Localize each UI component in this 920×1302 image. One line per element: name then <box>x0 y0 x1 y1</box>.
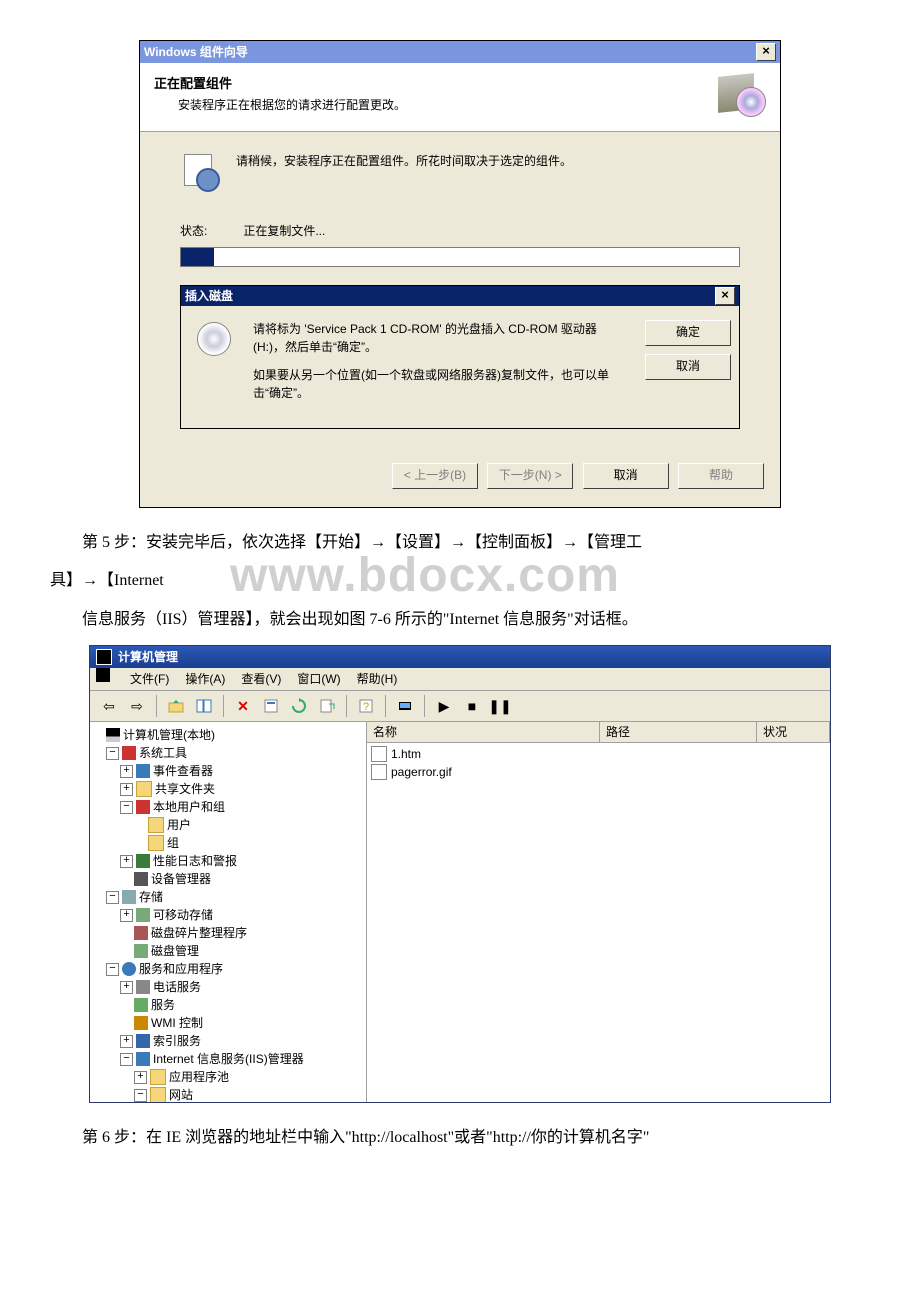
menu-file[interactable]: 文件(F) <box>130 668 169 690</box>
file-icon <box>371 764 387 780</box>
tree-users[interactable]: 用户 <box>92 816 364 834</box>
tree-eventviewer[interactable]: +事件查看器 <box>92 762 364 780</box>
tree-systools[interactable]: −系统工具 <box>92 744 364 762</box>
computer-icon <box>96 649 112 665</box>
list-header: 名称 路径 状况 <box>367 722 830 743</box>
properties-icon[interactable] <box>258 693 284 719</box>
connect-icon[interactable] <box>392 693 418 719</box>
cm-menu-bar: 文件(F) 操作(A) 查看(V) 窗口(W) 帮助(H) <box>90 668 830 691</box>
step6-text: 第 6 步：在 IE 浏览器的地址栏中输入"http://localhost"或… <box>50 1123 870 1153</box>
tree-telephony[interactable]: +电话服务 <box>92 978 364 996</box>
step5-line1: 第 5 步：安装完毕后，依次选择【开始】→【设置】→【控制面板】→【管理工 <box>50 528 870 558</box>
next-button: 下一步(N) > <box>487 463 573 489</box>
list-item[interactable]: pagerror.gif <box>371 763 826 781</box>
cm-list-view: 名称 路径 状况 1.htm pagerror.gif <box>367 722 830 1102</box>
col-status[interactable]: 状况 <box>757 722 830 742</box>
wizard-title-text: Windows 组件向导 <box>144 41 248 63</box>
status-label: 状态: <box>180 222 240 239</box>
show-hide-tree-icon[interactable] <box>191 693 217 719</box>
col-path[interactable]: 路径 <box>600 722 757 742</box>
tree-iis[interactable]: −Internet 信息服务(IIS)管理器 <box>92 1050 364 1068</box>
help-icon[interactable]: ? <box>353 693 379 719</box>
menu-help[interactable]: 帮助(H) <box>357 668 398 690</box>
tree-devmgr[interactable]: 设备管理器 <box>92 870 364 888</box>
cancel-button[interactable]: 取消 <box>645 354 731 380</box>
menu-action[interactable]: 操作(A) <box>185 668 225 690</box>
tree-localusers[interactable]: −本地用户和组 <box>92 798 364 816</box>
wizard-header: 正在配置组件 安装程序正在根据您的请求进行配置更改。 <box>140 63 780 132</box>
svg-text:?: ? <box>363 701 369 713</box>
wizard-subheading: 安装程序正在根据您的请求进行配置更改。 <box>178 96 714 113</box>
computer-management-window: 计算机管理 文件(F) 操作(A) 查看(V) 窗口(W) 帮助(H) ⇦ ⇨ … <box>89 645 831 1103</box>
list-item[interactable]: 1.htm <box>371 745 826 763</box>
tree-perf[interactable]: +性能日志和警报 <box>92 852 364 870</box>
insert-disk-title-bar: 插入磁盘 × <box>181 286 739 306</box>
play-icon[interactable]: ▶ <box>431 693 457 719</box>
wizard-title-bar: Windows 组件向导 × <box>140 41 780 63</box>
tree-removable[interactable]: +可移动存储 <box>92 906 364 924</box>
tree-wmi[interactable]: WMI 控制 <box>92 1014 364 1032</box>
close-icon[interactable]: × <box>756 43 776 61</box>
status-value: 正在复制文件... <box>243 224 325 238</box>
close-icon[interactable]: × <box>715 287 735 305</box>
help-button: 帮助 <box>678 463 764 489</box>
refresh-icon[interactable] <box>286 693 312 719</box>
progress-bar <box>180 247 740 267</box>
stop-icon[interactable]: ■ <box>459 693 485 719</box>
tree-websites[interactable]: −网站 <box>92 1086 364 1102</box>
tree-apppools[interactable]: +应用程序池 <box>92 1068 364 1086</box>
tree-shared[interactable]: +共享文件夹 <box>92 780 364 798</box>
col-name[interactable]: 名称 <box>367 722 600 742</box>
install-package-icon <box>714 73 766 117</box>
cm-tree[interactable]: 计算机管理(本地) −系统工具 +事件查看器 +共享文件夹 −本地用户和组 用户… <box>90 722 367 1102</box>
cm-toolbar: ⇦ ⇨ ✕ ? ▶ ■ ❚❚ <box>90 691 830 722</box>
insert-disk-msg2: 如果要从另一个位置(如一个软盘或网络服务器)复制文件，也可以单击“确定”。 <box>253 366 625 402</box>
tree-services[interactable]: 服务 <box>92 996 364 1014</box>
windows-components-wizard-dialog: Windows 组件向导 × 正在配置组件 安装程序正在根据您的请求进行配置更改… <box>139 40 781 508</box>
tree-storage[interactable]: −存储 <box>92 888 364 906</box>
configuring-icon <box>180 152 220 192</box>
step5-line2: 具】→【Internet <box>50 566 870 596</box>
tree-diskmgmt[interactable]: 磁盘管理 <box>92 942 364 960</box>
cm-title-bar: 计算机管理 <box>90 646 830 668</box>
tree-indexing[interactable]: +索引服务 <box>92 1032 364 1050</box>
tree-defrag[interactable]: 磁盘碎片整理程序 <box>92 924 364 942</box>
delete-icon[interactable]: ✕ <box>230 693 256 719</box>
ok-button[interactable]: 确定 <box>645 320 731 346</box>
pause-icon[interactable]: ❚❚ <box>487 693 513 719</box>
wizard-heading: 正在配置组件 <box>154 73 714 92</box>
up-icon[interactable] <box>163 693 189 719</box>
menu-view[interactable]: 查看(V) <box>241 668 281 690</box>
back-button: < 上一步(B) <box>392 463 478 489</box>
wizard-wait-message: 请稍候，安装程序正在配置组件。所花时间取决于选定的组件。 <box>236 152 572 169</box>
step5-line3: 信息服务（IIS）管理器】，就会出现如图 7-6 所示的"Internet 信息… <box>50 605 870 635</box>
insert-disk-title: 插入磁盘 <box>185 286 233 306</box>
menu-window[interactable]: 窗口(W) <box>297 668 340 690</box>
forward-icon[interactable]: ⇨ <box>124 693 150 719</box>
insert-disk-msg1: 请将标为 'Service Pack 1 CD-ROM' 的光盘插入 CD-RO… <box>253 320 625 356</box>
back-icon[interactable]: ⇦ <box>96 693 122 719</box>
insert-disk-dialog: 插入磁盘 × 请将标为 'Service Pack 1 CD-ROM' 的光盘插… <box>180 285 740 429</box>
tree-services-apps[interactable]: −服务和应用程序 <box>92 960 364 978</box>
cdrom-icon <box>195 320 239 364</box>
tree-root[interactable]: 计算机管理(本地) <box>92 726 364 744</box>
tree-groups[interactable]: 组 <box>92 834 364 852</box>
cm-title-text: 计算机管理 <box>118 646 178 668</box>
export-icon[interactable] <box>314 693 340 719</box>
file-icon <box>371 746 387 762</box>
computer-icon <box>96 668 110 682</box>
cancel-button[interactable]: 取消 <box>583 463 669 489</box>
